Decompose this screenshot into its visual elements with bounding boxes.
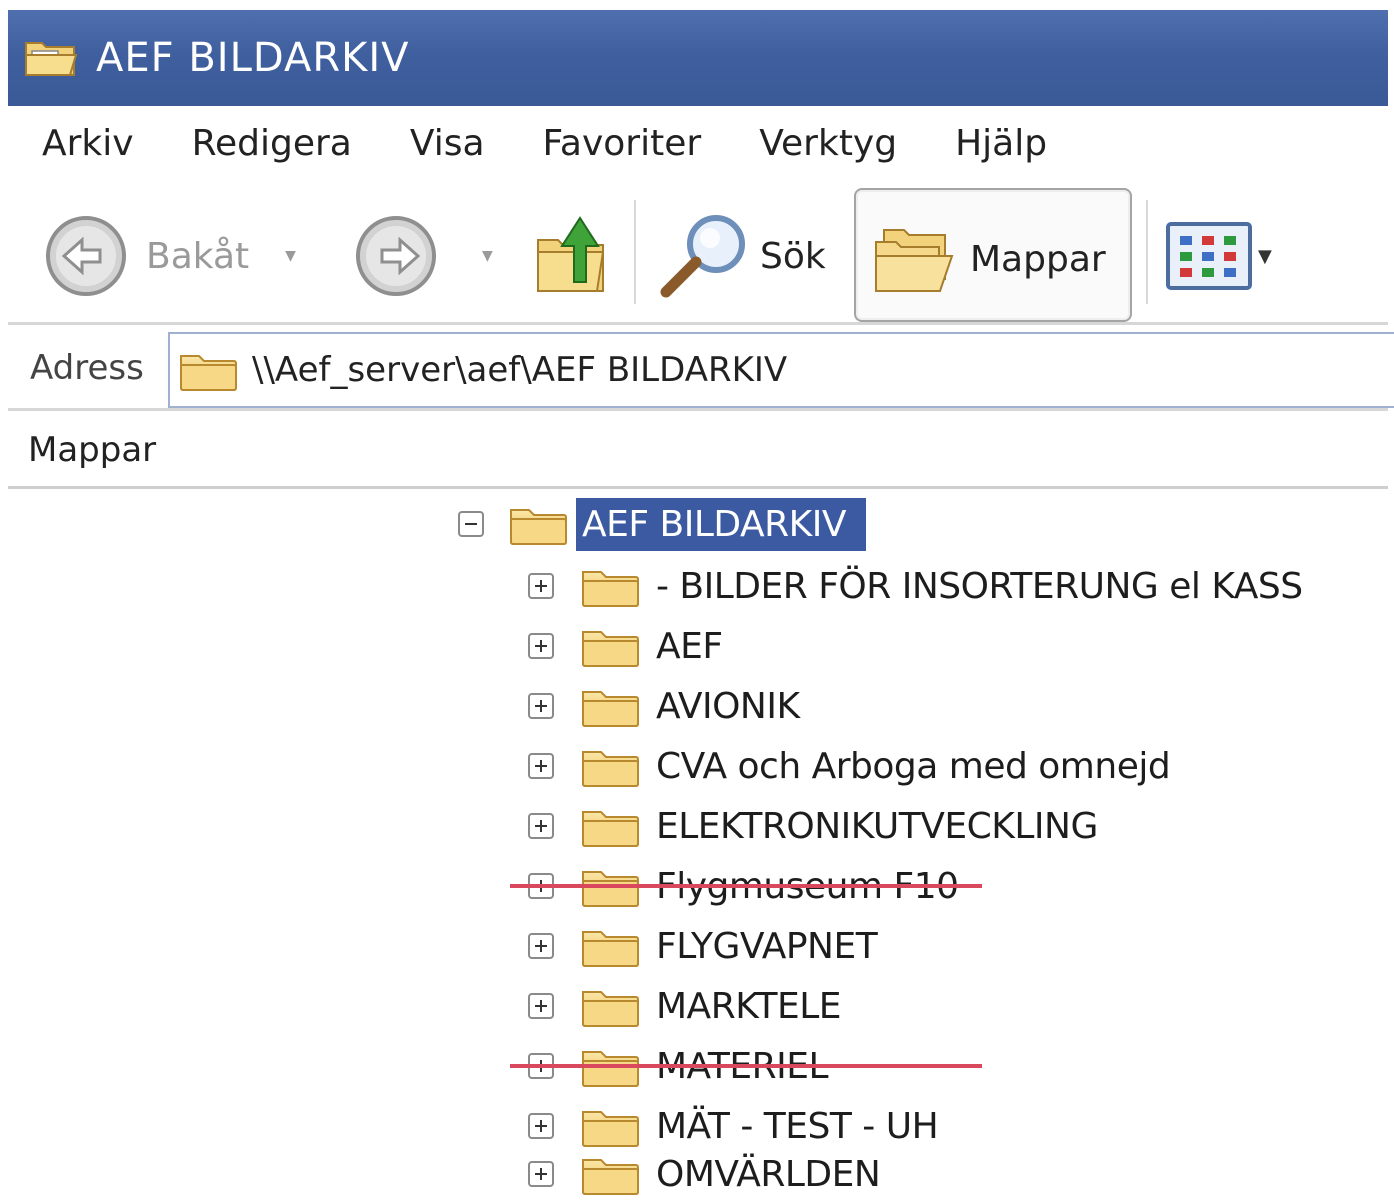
folder-icon <box>580 804 640 848</box>
back-arrow-icon <box>46 216 126 296</box>
folder-tree: AEF BILDARKIV - BILDER FÖR INSORTERUNG e… <box>0 488 1394 1204</box>
forward-arrow-icon <box>356 216 436 296</box>
tree-item-label[interactable]: ELEKTRONIKUTVECKLING <box>656 806 1098 847</box>
collapse-icon[interactable] <box>458 511 484 537</box>
folder-window-icon <box>25 42 78 76</box>
menu-bar: Arkiv Redigera Visa Favoriter Verktyg Hj… <box>8 108 1388 178</box>
folder-icon <box>580 1104 640 1148</box>
toolbar-separator <box>634 200 636 304</box>
search-label: Sök <box>760 235 826 277</box>
address-field[interactable]: \\Aef_server\aef\AEF BILDARKIV <box>168 332 1394 408</box>
menu-favoriter[interactable]: Favoriter <box>543 123 702 164</box>
folder-icon <box>580 984 640 1028</box>
expand-icon[interactable] <box>528 573 554 599</box>
address-value: \\Aef_server\aef\AEF BILDARKIV <box>252 350 788 390</box>
tree-item[interactable]: CVA och Arboga med omnejd <box>528 736 1171 796</box>
tree-item-label[interactable]: - BILDER FÖR INSORTERUNG el KASS <box>656 566 1303 607</box>
expand-icon[interactable] <box>528 1113 554 1139</box>
forward-dropdown-icon[interactable]: ▼ <box>482 248 493 264</box>
tree-root[interactable]: AEF BILDARKIV <box>458 494 866 554</box>
menu-visa[interactable]: Visa <box>410 123 485 164</box>
menu-verktyg[interactable]: Verktyg <box>759 123 897 164</box>
tree-item[interactable]: AVIONIK <box>528 676 800 736</box>
back-dropdown-icon[interactable]: ▼ <box>285 248 296 264</box>
toolbar-separator <box>1146 200 1148 304</box>
expand-icon[interactable] <box>528 933 554 959</box>
expand-icon[interactable] <box>528 693 554 719</box>
folders-label: Mappar <box>970 238 1106 280</box>
folders-button[interactable]: Mappar <box>854 188 1132 322</box>
tree-item-label[interactable]: MARKTELE <box>656 986 842 1027</box>
expand-icon[interactable] <box>528 753 554 779</box>
tree-item-label[interactable]: AEF <box>656 626 723 667</box>
title-bar: AEF BILDARKIV <box>8 10 1388 106</box>
strikethrough-mark <box>510 884 982 888</box>
tree-root-label[interactable]: AEF BILDARKIV <box>576 497 866 551</box>
folder-icon <box>580 1152 640 1196</box>
folder-icon <box>580 564 640 608</box>
expand-icon[interactable] <box>528 1161 554 1187</box>
views-dropdown-icon[interactable]: ▼ <box>1258 246 1272 267</box>
menu-redigera[interactable]: Redigera <box>192 123 352 164</box>
menu-arkiv[interactable]: Arkiv <box>42 123 134 164</box>
window-title: AEF BILDARKIV <box>96 35 410 81</box>
forward-button[interactable]: ▼ <box>352 214 493 298</box>
folders-icon <box>875 229 954 292</box>
folder-icon <box>580 744 640 788</box>
back-label: Bakåt <box>146 235 250 277</box>
tree-item[interactable]: - BILDER FÖR INSORTERUNG el KASS <box>528 556 1303 616</box>
back-button[interactable]: Bakåt ▼ <box>42 214 296 298</box>
expand-icon[interactable] <box>528 813 554 839</box>
tree-item[interactable]: AEF <box>528 616 723 676</box>
folder-icon <box>580 924 640 968</box>
tree-item-label[interactable]: CVA och Arboga med omnejd <box>656 746 1171 787</box>
address-bar: Adress \\Aef_server\aef\AEF BILDARKIV <box>8 326 1394 411</box>
up-folder-button[interactable] <box>534 212 610 298</box>
tree-item[interactable]: MARKTELE <box>528 976 842 1036</box>
folders-pane-title: Mappar <box>28 430 157 470</box>
menu-hjalp[interactable]: Hjälp <box>955 123 1047 164</box>
views-button[interactable]: ▼ <box>1166 222 1272 290</box>
folder-icon <box>580 624 640 668</box>
folder-icon <box>508 502 568 546</box>
strikethrough-mark <box>510 1064 982 1068</box>
address-label: Adress <box>30 348 144 388</box>
tree-item[interactable]: OMVÄRLDEN <box>528 1144 881 1204</box>
folders-pane-header: Mappar <box>8 412 1388 489</box>
tree-item-label[interactable]: OMVÄRLDEN <box>656 1154 881 1195</box>
search-icon <box>660 215 745 298</box>
folder-icon <box>178 348 238 392</box>
up-folder-icon <box>537 216 605 292</box>
search-button[interactable]: Sök <box>658 212 826 300</box>
tree-item-label[interactable]: FLYGVAPNET <box>656 926 878 967</box>
tree-item-label[interactable]: AVIONIK <box>656 686 800 727</box>
toolbar: Bakåt ▼ ▼ Sök Mappar ▼ <box>8 182 1388 325</box>
expand-icon[interactable] <box>528 993 554 1019</box>
views-icon <box>1166 222 1252 290</box>
tree-item[interactable]: FLYGVAPNET <box>528 916 878 976</box>
expand-icon[interactable] <box>528 633 554 659</box>
tree-item[interactable]: ELEKTRONIKUTVECKLING <box>528 796 1098 856</box>
folder-icon <box>580 684 640 728</box>
tree-item-label[interactable]: MÄT - TEST - UH <box>656 1106 939 1147</box>
